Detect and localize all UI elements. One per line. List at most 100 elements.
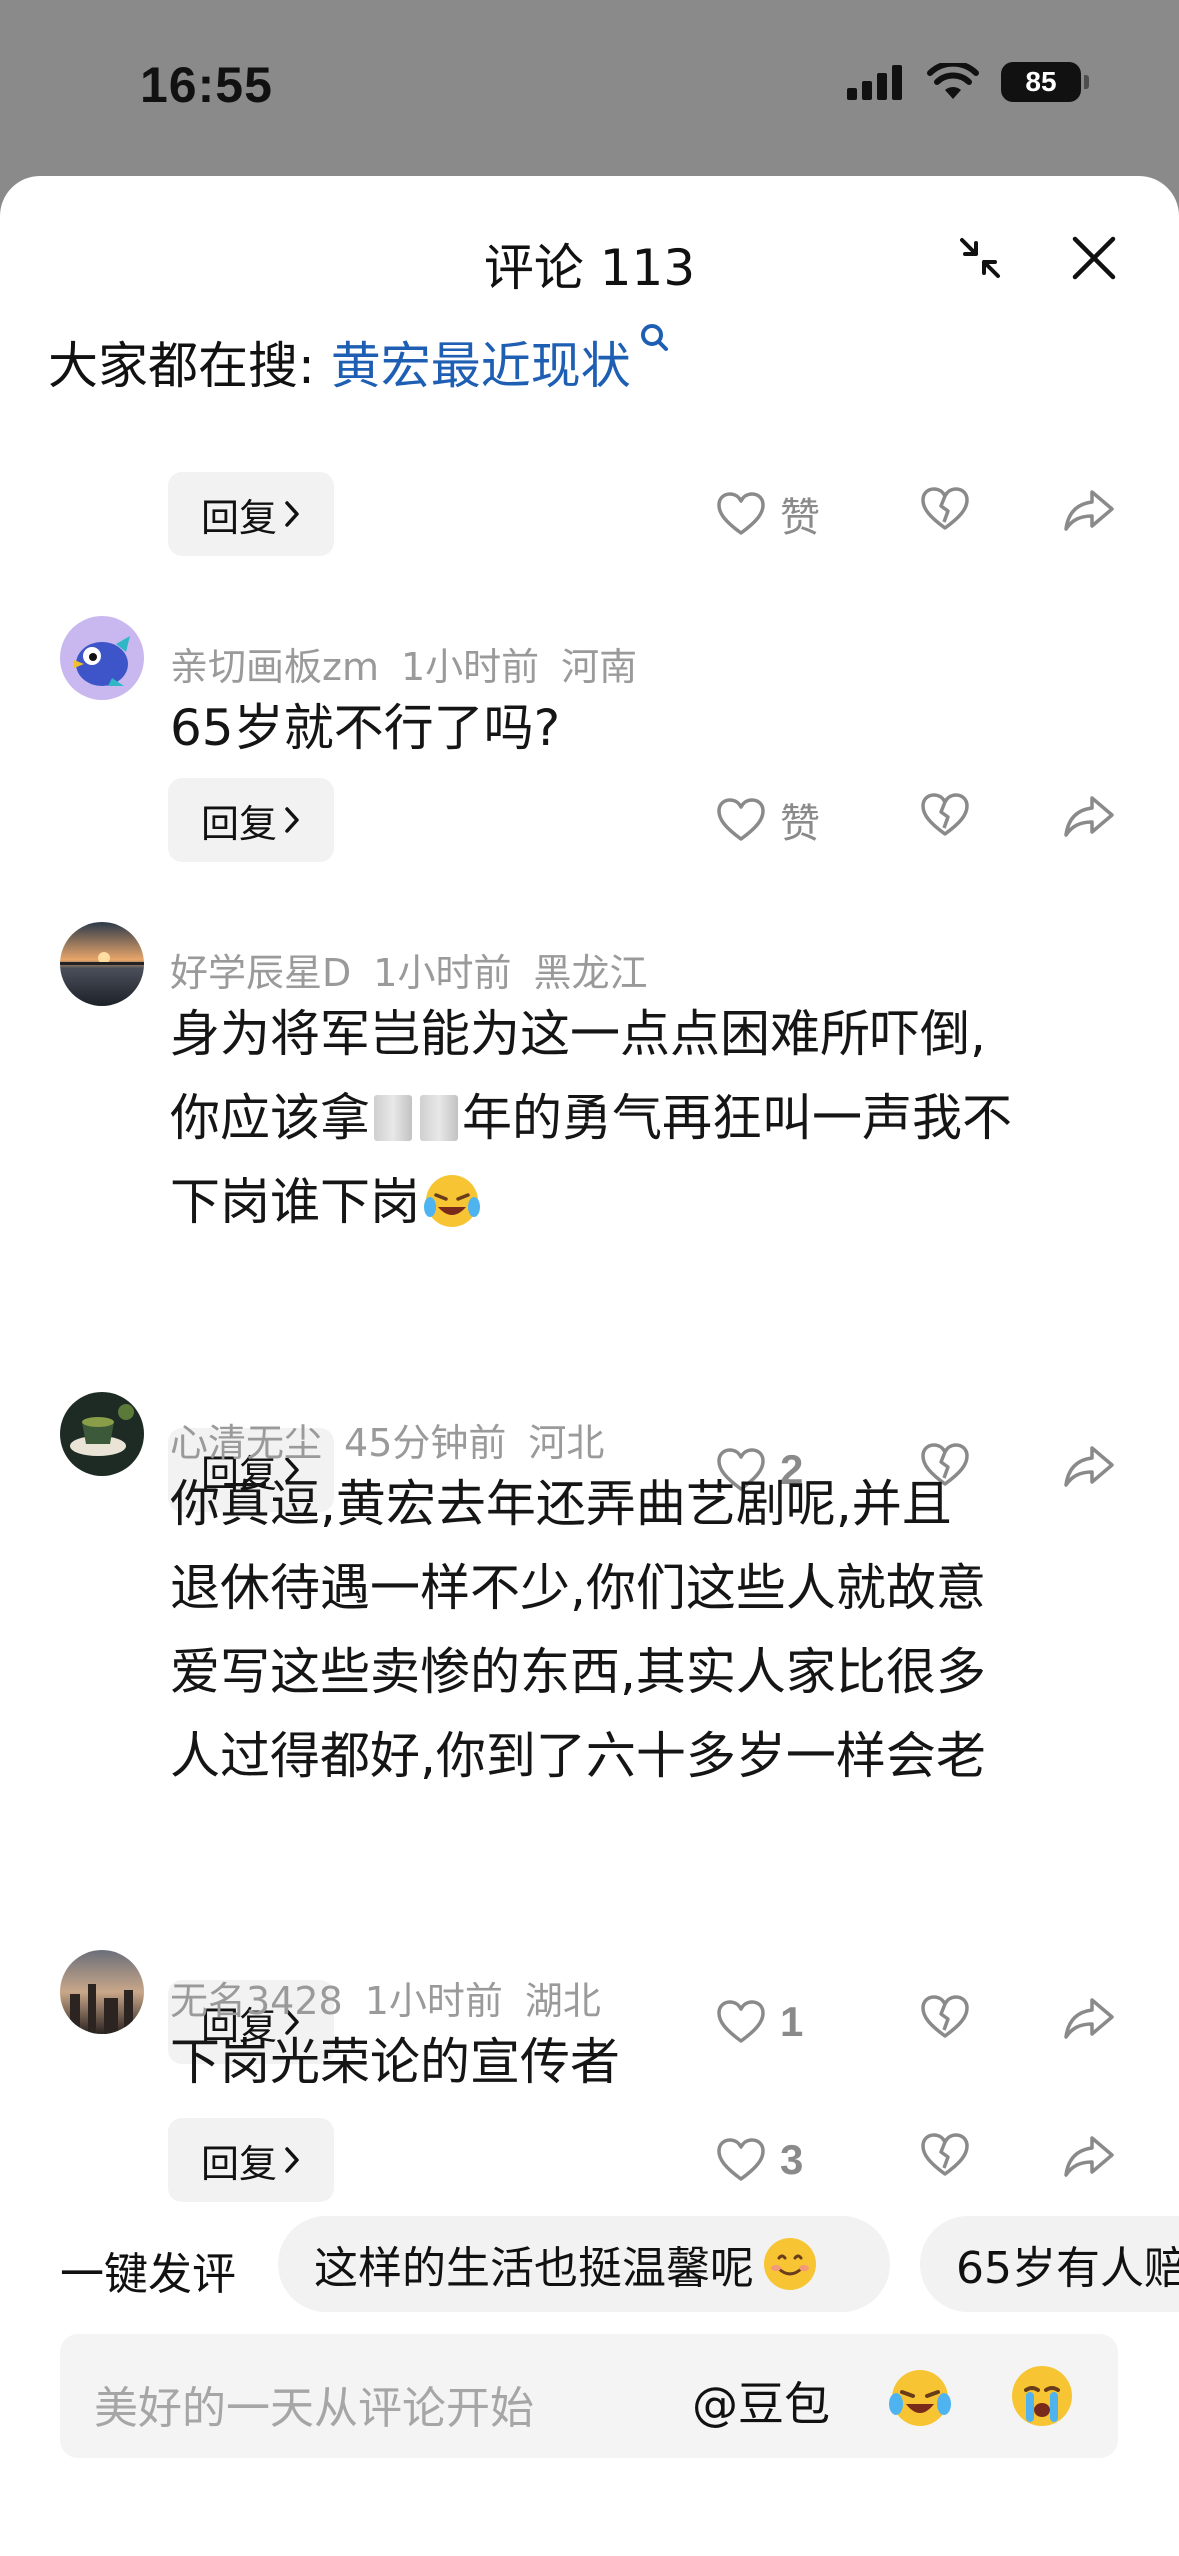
broken-heart-icon <box>921 793 969 836</box>
dislike-button[interactable] <box>920 792 970 842</box>
broken-heart-icon <box>921 2133 969 2176</box>
trending-query-link[interactable]: 黄宏最近现状 <box>331 337 631 395</box>
comment-meta: 心清无尘 45分钟前 河北 <box>170 1412 626 1467</box>
comment-actions: 回复 赞 <box>0 778 1179 862</box>
share-icon <box>1064 2136 1114 2177</box>
chevron-right-icon <box>285 2147 299 2173</box>
input-placeholder: 美好的一天从评论开始 <box>94 2383 534 2434</box>
comment-location: 湖北 <box>524 1979 601 2023</box>
quick-comment-label: 一键发评 <box>60 2249 236 2300</box>
reply-label: 回复 <box>200 801 277 846</box>
collapse-button[interactable] <box>950 228 1010 288</box>
city-dusk-avatar-icon <box>60 1950 144 2034</box>
comment-location: 河南 <box>561 645 638 689</box>
comment-line: 爱写这些卖惨的东西,其实人家比很多 <box>170 1643 986 1701</box>
comment-location: 黑龙江 <box>533 951 648 995</box>
like-count: 3 <box>780 2136 804 2183</box>
comment-time: 45分钟前 <box>344 1421 507 1465</box>
like-label: 赞 <box>780 801 820 847</box>
redacted-text <box>374 1095 412 1141</box>
comment-line-wrap: 你应该拿 年的勇气再狂叫一声我不 <box>170 1076 1110 1160</box>
avatar[interactable] <box>60 922 144 1006</box>
collapse-icon <box>960 238 1000 278</box>
share-button[interactable] <box>1062 486 1116 538</box>
comment-meta: 亲切画板zm 1小时前 河南 <box>170 636 659 691</box>
mention-button[interactable]: @豆包 <box>692 2368 830 2434</box>
bird-avatar-icon <box>60 616 144 700</box>
reply-button[interactable]: 回复 <box>168 778 334 862</box>
comment-sheet: 评论 113 大家都在搜: 黄宏最近现状 回复 赞 亲切画板zm 1小时前 河南… <box>0 176 1179 2556</box>
sheet-header: 评论 113 <box>0 176 1179 297</box>
reply-label: 回复 <box>200 2141 277 2186</box>
comment-line: 身为将军岂能为这一点点困难所吓倒, <box>170 1005 986 1063</box>
comment-text: 下岗光荣论的宣传者 <box>170 2020 1110 2104</box>
comment-line: 下岗光荣论的宣传者 <box>170 2033 620 2091</box>
comment-line-wrap: 下岗谁下岗 <box>170 1160 1110 1244</box>
comment-text: 65岁就不行了吗? <box>170 686 1110 770</box>
comment-line: 退休待遇一样不少,你们这些人就故意 <box>170 1559 986 1617</box>
comment-line: 65岁就不行了吗? <box>170 699 561 757</box>
share-button[interactable] <box>1062 2132 1116 2184</box>
username[interactable]: 无名3428 <box>170 1979 343 2023</box>
cellular-signal-icon <box>847 65 902 100</box>
chevron-right-icon <box>285 501 299 527</box>
status-time: 16:55 <box>140 57 273 113</box>
crying-emoji-icon[interactable] <box>1006 2360 1078 2432</box>
comment-time: 1小时前 <box>364 1979 503 2023</box>
like-label: 赞 <box>780 495 820 541</box>
quick-comment-chip[interactable]: 这样的生活也挺温馨呢 <box>278 2216 890 2312</box>
quick-comment-row: 一键发评 这样的生活也挺温馨呢 65岁有人赔 <box>0 2216 1179 2316</box>
close-button[interactable] <box>1064 228 1124 288</box>
battery-indicator: 85 <box>1001 62 1089 102</box>
comment-line: 你真逗,黄宏去年还弄曲艺剧呢,并且 <box>170 1475 952 1533</box>
share-icon <box>1064 796 1114 837</box>
dislike-button[interactable] <box>920 2132 970 2182</box>
broken-heart-icon <box>921 487 969 530</box>
laugh-cry-emoji-icon[interactable] <box>884 2360 956 2432</box>
comment-location: 河北 <box>528 1421 605 1465</box>
comment-text: 身为将军岂能为这一点点困难所吓倒, 你应该拿 年的勇气再狂叫一声我不 下岗谁下岗 <box>170 992 1110 1244</box>
comment-meta: 无名3428 1小时前 湖北 <box>170 1970 623 2025</box>
like-button[interactable]: 赞 <box>716 472 820 556</box>
dislike-button[interactable] <box>920 486 970 536</box>
trending-search: 大家都在搜: 黄宏最近现状 <box>48 324 671 398</box>
username[interactable]: 亲切画板zm <box>170 645 379 689</box>
trending-prefix: 大家都在搜: <box>48 337 331 395</box>
username[interactable]: 心清无尘 <box>170 1421 322 1465</box>
battery-level: 85 <box>1025 66 1057 97</box>
comment-meta: 好学辰星D 1小时前 黑龙江 <box>170 942 669 997</box>
avatar[interactable] <box>60 1950 144 2034</box>
chip-text: 这样的生活也挺温馨呢 <box>314 2243 754 2294</box>
status-icons: 85 <box>845 62 1089 102</box>
heart-icon <box>717 798 765 841</box>
status-bar: 16:55 85 <box>0 0 1179 176</box>
comment-line: 人过得都好,你到了六十多岁一样会老 <box>170 1727 986 1785</box>
reply-button[interactable]: 回复 <box>168 2118 334 2202</box>
heart-icon <box>717 492 765 535</box>
smile-emoji-icon <box>764 2238 816 2290</box>
comment-time: 1小时前 <box>373 951 512 995</box>
avatar[interactable] <box>60 1392 144 1476</box>
quick-comment-chip[interactable]: 65岁有人赔 <box>920 2216 1179 2312</box>
reply-button[interactable]: 回复 <box>168 472 334 556</box>
share-button[interactable] <box>1062 792 1116 844</box>
chip-text: 65岁有人赔 <box>956 2243 1179 2294</box>
avatar[interactable] <box>60 616 144 700</box>
comment-actions: 回复 3 <box>0 2118 1179 2202</box>
username[interactable]: 好学辰星D <box>170 951 351 995</box>
share-icon <box>1064 490 1114 531</box>
search-icon <box>640 324 668 351</box>
comment-actions: 回复 赞 <box>0 472 1179 556</box>
comment-line: 你应该拿 <box>170 1089 370 1147</box>
reply-label: 回复 <box>200 495 277 540</box>
sunset-lake-avatar-icon <box>60 922 144 1006</box>
tea-cup-avatar-icon <box>60 1392 144 1476</box>
comment-line: 下岗谁下岗 <box>170 1173 420 1231</box>
comment-time: 1小时前 <box>400 645 540 689</box>
comment-input[interactable]: 美好的一天从评论开始 @豆包 <box>60 2334 1118 2458</box>
like-button[interactable]: 赞 <box>716 778 820 862</box>
laugh-cry-emoji-icon <box>424 1175 480 1227</box>
comment-line: 年的勇气再狂叫一声我不 <box>462 1089 1012 1147</box>
wifi-icon <box>927 63 979 99</box>
like-button[interactable]: 3 <box>716 2118 803 2202</box>
